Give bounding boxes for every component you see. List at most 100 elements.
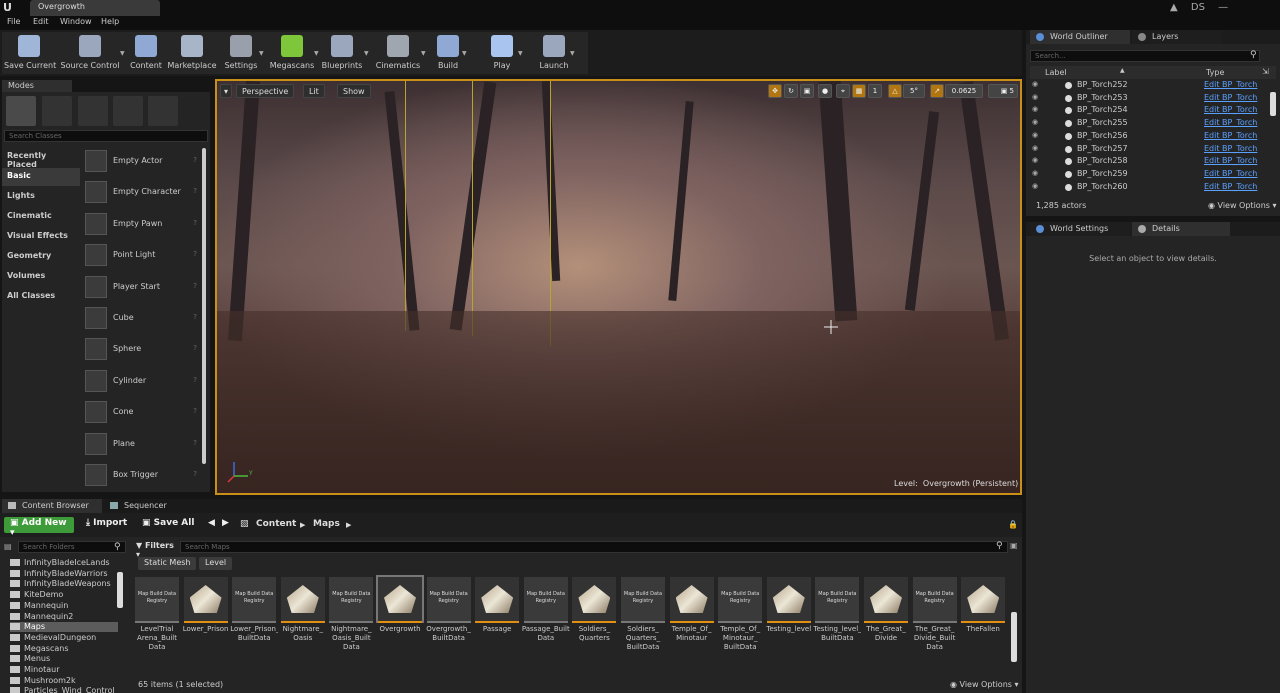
toolbar-button-marketplace[interactable]: Marketplace — [166, 33, 218, 73]
toolbar-button-launch[interactable]: Launch — [536, 33, 572, 73]
asset-tile[interactable]: Map Build Data Registry The_Great_ Divide… — [912, 577, 957, 651]
menu-edit[interactable]: Edit — [33, 17, 49, 26]
place-item-empty-character[interactable]: Empty Character? — [83, 179, 201, 207]
chevron-down-icon[interactable]: ▼ — [570, 50, 576, 57]
breadcrumb-content[interactable]: Content — [256, 519, 296, 529]
visibility-eye-icon[interactable]: ◉ — [1032, 182, 1038, 190]
column-label[interactable]: Label — [1045, 68, 1067, 77]
outliner-row[interactable]: ◉ BP_Torch256 Edit BP_Torch — [1030, 130, 1268, 142]
level-document-tab[interactable]: Overgrowth — [30, 0, 160, 16]
save-search-icon[interactable]: ▣ — [1010, 541, 1018, 550]
camera-speed-button[interactable]: ▣ 5 — [988, 84, 1018, 98]
help-icon[interactable]: ? — [193, 250, 197, 258]
place-item-cylinder[interactable]: Cylinder? — [83, 368, 201, 396]
modes-tab[interactable]: Modes — [2, 80, 72, 92]
toolbar-button-play[interactable]: Play — [484, 33, 520, 73]
toolbar-button-source-control[interactable]: Source Control — [58, 33, 122, 73]
asset-tile[interactable]: Map Build Data Registry Lower_Prison_ Bui… — [230, 577, 278, 649]
outliner-view-options[interactable]: ◉ View Options ▾ — [1208, 201, 1277, 210]
toolbar-button-blueprints[interactable]: Blueprints — [318, 33, 366, 73]
place-item-cube[interactable]: Cube? — [83, 305, 201, 333]
folder-mannequin[interactable]: Mannequin — [10, 601, 118, 611]
asset-tile[interactable]: Lower_Prison — [183, 577, 228, 649]
visibility-eye-icon[interactable]: ◉ — [1032, 80, 1038, 88]
asset-tile[interactable]: Map Build Data Registry Temple_Of_ Minota… — [718, 577, 763, 651]
filter-chip-level[interactable]: Level — [199, 557, 233, 570]
column-type[interactable]: Type — [1206, 68, 1224, 77]
toolbar-button-build[interactable]: Build — [432, 33, 464, 73]
place-item-empty-pawn[interactable]: Empty Pawn? — [83, 211, 201, 239]
folder-maps[interactable]: Maps — [10, 622, 118, 633]
content-view-options[interactable]: ◉ View Options ▾ — [950, 680, 1019, 689]
outliner-row[interactable]: ◉ BP_Torch254 Edit BP_Torch — [1030, 104, 1268, 116]
asset-tile[interactable]: Map Build Data Registry LevelTrial Arena_… — [135, 577, 179, 651]
asset-scrollbar[interactable] — [1011, 612, 1017, 662]
asset-tile[interactable]: Overgrowth — [376, 575, 424, 649]
folder-infinitybladewarriors[interactable]: InfinityBladeWarriors — [10, 569, 118, 579]
asset-tile[interactable]: TheFallen — [961, 577, 1006, 649]
help-icon[interactable]: ? — [193, 187, 197, 195]
level-viewport[interactable] — [215, 79, 1022, 495]
asset-tile[interactable]: Soldiers_ Quarters — [572, 577, 617, 649]
menu-help[interactable]: Help — [101, 17, 119, 26]
outliner-scrollbar[interactable] — [1270, 92, 1276, 116]
asset-tile[interactable]: Map Build Data Registry Soldiers_ Quarter… — [621, 577, 665, 651]
column-options-icon[interactable]: ⇲ — [1262, 67, 1269, 76]
translate-icon[interactable]: ✥ — [768, 84, 782, 98]
rotation-snap-icon[interactable]: △ — [888, 84, 902, 98]
visibility-eye-icon[interactable]: ◉ — [1032, 93, 1038, 101]
visibility-eye-icon[interactable]: ◉ — [1032, 131, 1038, 139]
edit-blueprint-link[interactable]: Edit BP_Torch — [1204, 156, 1257, 165]
help-icon[interactable]: ? — [193, 219, 197, 227]
place-item-box-trigger[interactable]: Box Trigger? — [83, 462, 201, 490]
folder-particles_wind_control[interactable]: Particles_Wind_Control — [10, 686, 118, 693]
folder-kitedemo[interactable]: KiteDemo — [10, 590, 118, 600]
outliner-search-input[interactable]: Search... — [1030, 50, 1260, 62]
outliner-row[interactable]: ◉ BP_Torch253 Edit BP_Torch — [1030, 92, 1268, 104]
mode-category-geometry[interactable]: Geometry — [2, 248, 80, 266]
folder-menus[interactable]: Menus — [10, 654, 118, 664]
world-space-icon[interactable]: ● — [818, 84, 832, 98]
folder-medievaldungeon[interactable]: MedievalDungeon — [10, 633, 118, 643]
help-icon[interactable]: ? — [193, 470, 197, 478]
notification-icon[interactable]: ▲ — [1170, 2, 1178, 13]
folder-search-input[interactable]: Search Folders — [18, 541, 126, 553]
place-mode-icon[interactable] — [6, 96, 36, 126]
help-icon[interactable]: ? — [193, 376, 197, 384]
lock-icon[interactable]: 🔒 — [1008, 520, 1018, 529]
rotation-snap-value[interactable]: 5° — [903, 84, 925, 98]
mode-category-cinematic[interactable]: Cinematic — [2, 208, 80, 226]
chevron-down-icon[interactable]: ▼ — [518, 50, 524, 57]
asset-tile[interactable]: Map Build Data Registry Testing_level_ Bu… — [813, 577, 861, 649]
folder-mannequin2[interactable]: Mannequin2 — [10, 612, 118, 622]
mode-category-lights[interactable]: Lights — [2, 188, 80, 206]
rotate-icon[interactable]: ↻ — [784, 84, 798, 98]
surface-snap-icon[interactable]: ⌖ — [836, 84, 850, 98]
outliner-row[interactable]: ◉ BP_Torch258 Edit BP_Torch — [1030, 155, 1268, 167]
help-icon[interactable]: ? — [193, 282, 197, 290]
place-item-cone[interactable]: Cone? — [83, 399, 201, 427]
visibility-eye-icon[interactable]: ◉ — [1032, 169, 1038, 177]
folder-scrollbar[interactable] — [117, 572, 123, 608]
world-outliner-tab[interactable]: World Outliner — [1030, 30, 1130, 44]
place-item-empty-actor[interactable]: Empty Actor? — [83, 148, 201, 176]
outliner-row[interactable]: ◉ BP_Torch260 Edit BP_Torch — [1030, 181, 1268, 193]
visibility-eye-icon[interactable]: ◉ — [1032, 105, 1038, 113]
filter-chip-static-mesh[interactable]: Static Mesh — [138, 557, 197, 570]
scale-snap-value[interactable]: 0.0625 — [945, 84, 983, 98]
visibility-eye-icon[interactable]: ◉ — [1032, 156, 1038, 164]
chevron-down-icon[interactable]: ▼ — [120, 50, 126, 57]
foliage-mode-icon[interactable] — [113, 96, 143, 126]
asset-tile[interactable]: Passage — [475, 577, 520, 649]
viewport-options-button[interactable]: ▾ — [220, 84, 233, 98]
search-classes-input[interactable]: Search Classes — [4, 130, 208, 142]
help-icon[interactable]: ? — [193, 439, 197, 447]
asset-tile[interactable]: Testing_level — [766, 577, 811, 649]
chevron-down-icon[interactable]: ▼ — [364, 50, 370, 57]
world-settings-tab[interactable]: World Settings — [1030, 222, 1130, 236]
outliner-row[interactable]: ◉ BP_Torch252 Edit BP_Torch — [1030, 79, 1268, 91]
content-browser-tab[interactable]: Content Browser — [2, 499, 102, 513]
details-tab[interactable]: Details — [1132, 222, 1230, 236]
edit-blueprint-link[interactable]: Edit BP_Torch — [1204, 118, 1257, 127]
help-icon[interactable]: ? — [193, 156, 197, 164]
